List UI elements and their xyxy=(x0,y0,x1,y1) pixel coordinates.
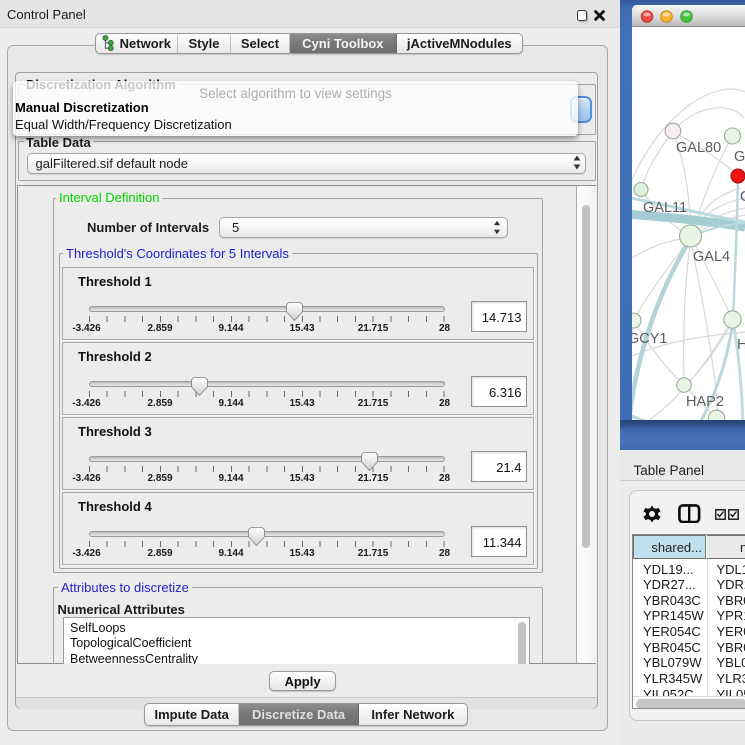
svg-text:GA: GA xyxy=(734,149,745,165)
svg-text:H: H xyxy=(737,337,745,353)
svg-text:HAP2: HAP2 xyxy=(686,394,724,410)
svg-text:GAL11: GAL11 xyxy=(643,200,687,216)
svg-text:GAL80: GAL80 xyxy=(676,140,721,156)
svg-text:GCY1: GCY1 xyxy=(632,331,668,347)
svg-text:GAL4: GAL4 xyxy=(693,249,730,265)
svg-text:G: G xyxy=(740,189,745,205)
